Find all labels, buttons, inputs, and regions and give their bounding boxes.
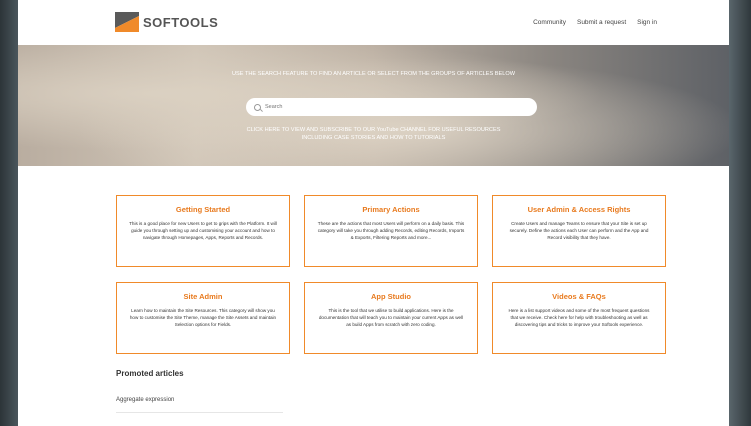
nav-community[interactable]: Community: [533, 19, 566, 26]
search-icon: [254, 103, 261, 111]
category-title[interactable]: App Studio: [317, 292, 465, 301]
youtube-link-text[interactable]: CLICK HERE TO VIEW AND SUBSCRIBE TO OUR …: [239, 126, 509, 142]
category-description: Learn how to maintain the Site Resources…: [129, 308, 277, 327]
category-title[interactable]: Site Admin: [129, 292, 277, 301]
category-title[interactable]: Getting Started: [129, 205, 277, 214]
top-nav: Community Submit a request Sign in: [533, 19, 657, 26]
search-box[interactable]: [246, 98, 537, 116]
nav-submit-request[interactable]: Submit a request: [577, 19, 626, 26]
search-input[interactable]: [265, 104, 525, 110]
promoted-articles-heading: Promoted articles: [116, 369, 184, 378]
help-center-page: SOFTOOLS Community Submit a request Sign…: [18, 0, 729, 426]
category-description: These are the actions that most Users wi…: [317, 221, 465, 240]
category-description: This is the tool that we utilise to buil…: [318, 308, 464, 327]
promoted-article-link[interactable]: Aggregate expression: [116, 397, 174, 403]
hero-instruction: USE THE SEARCH FEATURE TO FIND AN ARTICL…: [18, 70, 729, 78]
background-left: [0, 0, 18, 426]
hero-banner: USE THE SEARCH FEATURE TO FIND AN ARTICL…: [18, 45, 729, 166]
divider: [116, 412, 283, 413]
category-card-app-studio[interactable]: App Studio This is the tool that we util…: [304, 282, 478, 354]
youtube-link[interactable]: CLICK HERE TO VIEW AND SUBSCRIBE TO OUR …: [18, 126, 729, 142]
header: SOFTOOLS Community Submit a request Sign…: [18, 0, 729, 45]
category-card-getting-started[interactable]: Getting Started This is a good place for…: [116, 195, 290, 267]
background-right: [729, 0, 751, 426]
logo[interactable]: SOFTOOLS: [115, 12, 218, 32]
category-description: Create Users and manage Teams to ensure …: [509, 221, 649, 240]
category-description: This is a good place for new Users to ge…: [129, 221, 277, 240]
category-card-site-admin[interactable]: Site Admin Learn how to maintain the Sit…: [116, 282, 290, 354]
hero-instruction-text: USE THE SEARCH FEATURE TO FIND AN ARTICL…: [232, 71, 515, 77]
softools-logo-icon: [115, 12, 139, 32]
nav-sign-in[interactable]: Sign in: [637, 19, 657, 26]
category-card-user-admin[interactable]: User Admin & Access Rights Create Users …: [492, 195, 666, 267]
category-title[interactable]: Videos & FAQs: [505, 292, 653, 301]
category-description: Here is a list support videos and some o…: [508, 308, 650, 327]
brand-name: SOFTOOLS: [143, 14, 219, 30]
category-title[interactable]: User Admin & Access Rights: [505, 205, 653, 214]
category-card-primary-actions[interactable]: Primary Actions These are the actions th…: [304, 195, 478, 267]
category-title[interactable]: Primary Actions: [317, 205, 465, 214]
category-card-videos-faqs[interactable]: Videos & FAQs Here is a list support vid…: [492, 282, 666, 354]
